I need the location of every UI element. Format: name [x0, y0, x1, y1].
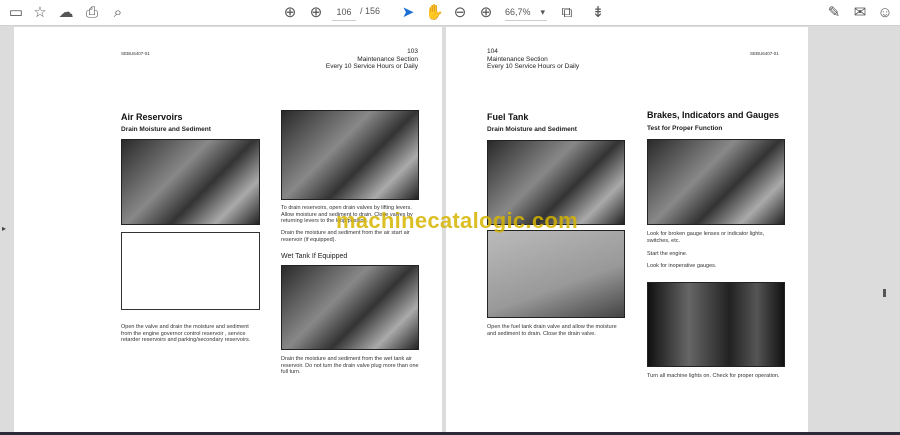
scroll-mode-icon[interactable]: ⇟ — [589, 4, 607, 22]
reservoir-diagram — [121, 232, 260, 310]
watermark: machinecatalogic.com — [336, 208, 578, 233]
search-zoom-icon[interactable]: ⌕ — [109, 4, 127, 22]
gauges-photo — [647, 139, 785, 225]
interval-title: Every 10 Service Hours or Daily — [487, 63, 580, 70]
upload-cloud-icon[interactable]: ☁ — [57, 4, 75, 22]
toolbar: ▭ ☆ ☁ ⎙ ⌕ ⊕ ⊕ / 156 ➤ ✋ ⊖ ⊕ 66,7% ▾ ⧉ ⇟ ✎… — [0, 0, 900, 26]
chevron-down-icon: ▾ — [540, 7, 545, 17]
caption: Open the valve and drain the moisture an… — [121, 324, 251, 343]
section-title: Maintenance Section — [487, 55, 548, 63]
save-icon[interactable]: ▭ — [7, 4, 25, 22]
page-number: 103 — [407, 48, 418, 55]
page-total: / 156 — [360, 6, 381, 16]
print-icon[interactable]: ⎙ — [83, 4, 101, 22]
section-title: Maintenance Section — [357, 55, 418, 63]
subheading: Drain Moisture and Sediment — [487, 126, 577, 133]
next-page-icon[interactable]: ⊕ — [307, 4, 325, 22]
drain-valve-photo — [487, 230, 625, 318]
page-header: 104 Maintenance Section Every 10 Service… — [487, 48, 627, 71]
zoom-value: 66,7% — [505, 7, 531, 17]
drain-valves-photo — [281, 110, 419, 200]
mail-icon[interactable]: ✉ — [851, 4, 869, 22]
doc-id: SEBU6407-01 — [121, 51, 150, 56]
heading-fuel-tank: Fuel Tank — [487, 112, 529, 122]
caption: Start the engine. — [647, 251, 688, 257]
caption: Drain the moisture and sediment from the… — [281, 356, 419, 375]
caption: Open the fuel tank drain valve and allow… — [487, 324, 617, 337]
heading-brakes: Brakes, Indicators and Gauges — [647, 110, 780, 120]
page-number: 104 — [487, 48, 498, 55]
select-cursor-icon[interactable]: ➤ — [399, 4, 417, 22]
wet-tank-photo — [281, 265, 419, 350]
scrollbar-thumb[interactable] — [883, 289, 886, 297]
subheading: Test for Proper Function — [647, 125, 723, 132]
zoom-out-icon[interactable]: ⊖ — [451, 4, 469, 22]
fit-page-icon[interactable]: ⧉ — [558, 4, 576, 22]
caption: Turn all machine lights on. Check for pr… — [647, 373, 780, 379]
interval-title: Every 10 Service Hours or Daily — [325, 63, 418, 70]
left-panel-toggle-icon[interactable]: ▸ — [2, 224, 6, 233]
reservoir-photo — [121, 139, 260, 225]
heading-air-reservoirs: Air Reservoirs — [121, 112, 183, 122]
add-user-icon[interactable]: ☺ — [876, 4, 894, 22]
previous-page-icon[interactable]: ⊕ — [281, 4, 299, 22]
caption: Look for inoperative gauges. — [647, 263, 717, 269]
subheading: Drain Moisture and Sediment — [121, 126, 211, 133]
caption: Look for broken gauge lenses or indicato… — [647, 231, 765, 244]
page-header: 103 Maintenance Section Every 10 Service… — [300, 48, 418, 71]
doc-id: SEBU6407-01 — [750, 51, 779, 56]
wet-tank-heading: Wet Tank If Equipped — [281, 253, 348, 260]
bookmark-star-icon[interactable]: ☆ — [31, 4, 49, 22]
page-number-input[interactable] — [332, 4, 356, 21]
zoom-in-icon[interactable]: ⊕ — [477, 4, 495, 22]
hand-tool-icon[interactable]: ✋ — [425, 4, 444, 22]
zoom-select[interactable]: 66,7% ▾ — [505, 4, 547, 21]
truck-photo — [647, 282, 785, 367]
sign-icon[interactable]: ✎ — [825, 4, 843, 22]
